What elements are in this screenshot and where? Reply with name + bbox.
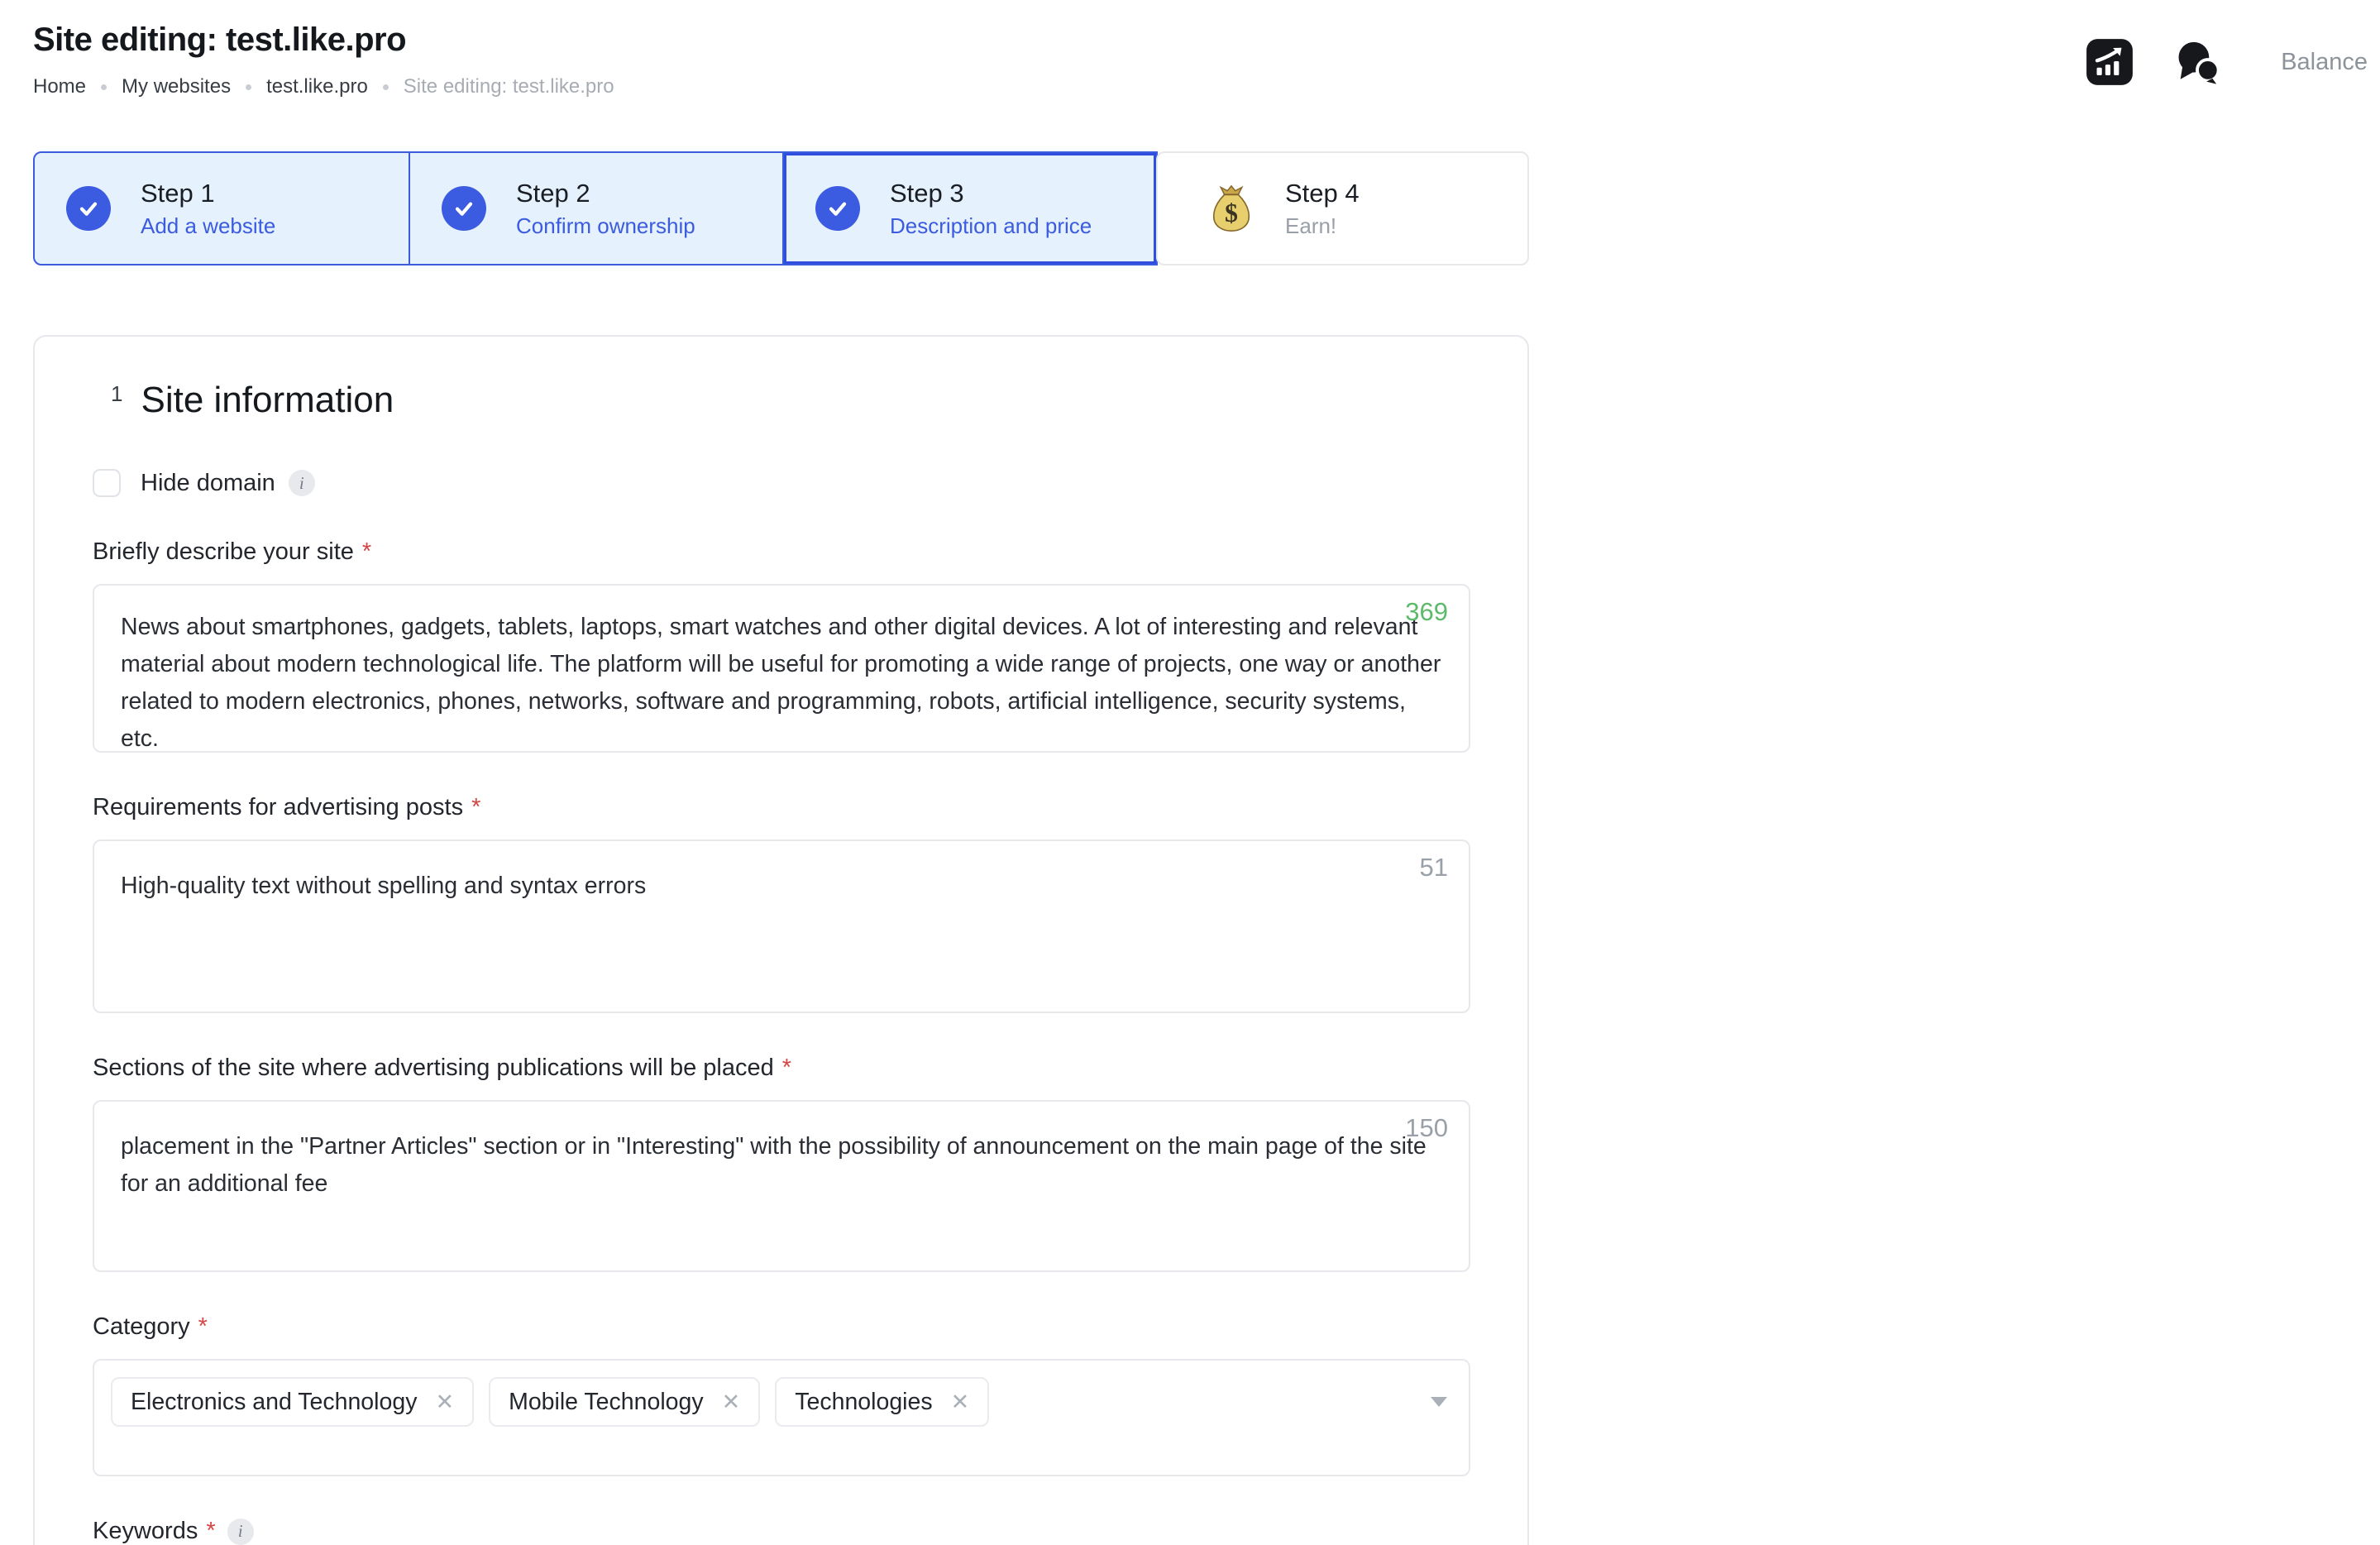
remove-tag-icon[interactable]: ✕ <box>722 1391 741 1413</box>
required-asterisk: * <box>206 1518 215 1545</box>
required-asterisk: * <box>362 538 371 566</box>
check-circle-icon <box>815 186 860 231</box>
chat-icon <box>2173 38 2221 86</box>
required-asterisk: * <box>782 1055 791 1082</box>
chevron-down-icon[interactable] <box>1431 1397 1447 1407</box>
step-title: Step 3 <box>890 179 1092 208</box>
requirements-textarea[interactable]: High-quality text without spelling and s… <box>93 839 1470 1013</box>
info-icon[interactable]: i <box>227 1519 254 1545</box>
describe-label: Briefly describe your site * <box>93 538 1470 566</box>
balance-label[interactable]: Balance <box>2281 49 2368 76</box>
describe-textarea[interactable]: News about smartphones, gadgets, tablets… <box>93 584 1470 753</box>
page-header: Site editing: test.like.pro Home My webs… <box>0 0 2380 98</box>
required-asterisk: * <box>471 794 480 821</box>
info-icon[interactable]: i <box>289 470 315 496</box>
sections-textarea[interactable]: placement in the "Partner Articles" sect… <box>93 1100 1470 1272</box>
breadcrumb-home[interactable]: Home <box>33 75 86 98</box>
required-asterisk: * <box>198 1313 208 1341</box>
step-4-earn[interactable]: $ Step 4 Earn! <box>1156 151 1529 265</box>
sections-char-count: 150 <box>1405 1113 1448 1143</box>
step-subtitle: Earn! <box>1285 213 1360 239</box>
page-title: Site editing: test.like.pro <box>33 22 2347 59</box>
category-chips: Electronics and Technology ✕ Mobile Tech… <box>111 1377 1419 1427</box>
step-title: Step 1 <box>141 179 275 208</box>
step-1-add-website[interactable]: Step 1 Add a website <box>35 153 409 264</box>
statistics-icon <box>2084 36 2135 88</box>
category-chip: Electronics and Technology ✕ <box>111 1377 474 1427</box>
check-circle-icon <box>442 186 486 231</box>
breadcrumb-current: Site editing: test.like.pro <box>404 75 614 98</box>
hide-domain-checkbox[interactable] <box>93 469 121 497</box>
category-label: Category * <box>93 1313 1470 1341</box>
remove-tag-icon[interactable]: ✕ <box>951 1391 970 1413</box>
category-chip: Mobile Technology ✕ <box>489 1377 760 1427</box>
category-chip: Technologies ✕ <box>775 1377 989 1427</box>
category-select[interactable]: Electronics and Technology ✕ Mobile Tech… <box>93 1359 1470 1476</box>
section-number: 1 <box>111 381 122 407</box>
describe-field-wrap: News about smartphones, gadgets, tablets… <box>93 584 1470 753</box>
chat-icon[interactable] <box>2172 36 2223 88</box>
statistics-icon[interactable] <box>2084 36 2135 88</box>
site-information-card: 1 Site information Hide domain i Briefly… <box>33 335 1529 1545</box>
step-subtitle: Add a website <box>141 213 275 239</box>
remove-tag-icon[interactable]: ✕ <box>435 1391 454 1413</box>
breadcrumb-separator <box>383 84 389 90</box>
sections-label: Sections of the site where advertising p… <box>93 1055 1470 1082</box>
section-title: Site information <box>141 380 394 421</box>
step-title: Step 4 <box>1285 179 1360 208</box>
section-header: 1 Site information <box>93 380 1470 421</box>
check-circle-icon <box>66 186 111 231</box>
hide-domain-label: Hide domain <box>141 470 275 497</box>
breadcrumb-separator <box>246 84 251 90</box>
topbar-actions: Balance <box>2084 36 2368 88</box>
step-subtitle: Description and price <box>890 213 1092 239</box>
breadcrumb-my-websites[interactable]: My websites <box>122 75 231 98</box>
step-title: Step 2 <box>516 179 695 208</box>
sections-field-wrap: placement in the "Partner Articles" sect… <box>93 1100 1470 1272</box>
progress-stepper: Step 1 Add a website Step 2 Confirm owne… <box>33 151 1529 265</box>
stepper-completed-group: Step 1 Add a website Step 2 Confirm owne… <box>33 151 1158 265</box>
hide-domain-row: Hide domain i <box>93 469 1470 497</box>
step-2-confirm-ownership[interactable]: Step 2 Confirm ownership <box>409 153 782 264</box>
svg-text:$: $ <box>1225 199 1238 227</box>
step-3-description-price[interactable]: Step 3 Description and price <box>782 153 1156 264</box>
keywords-label: Keywords * i <box>93 1518 1470 1545</box>
breadcrumb: Home My websites test.like.pro Site edit… <box>33 75 2347 98</box>
requirements-char-count: 51 <box>1420 853 1448 883</box>
breadcrumb-site[interactable]: test.like.pro <box>266 75 368 98</box>
describe-char-count: 369 <box>1405 597 1448 627</box>
breadcrumb-separator <box>101 84 107 90</box>
requirements-field-wrap: High-quality text without spelling and s… <box>93 839 1470 1013</box>
money-bag-icon: $ <box>1206 181 1257 236</box>
requirements-label: Requirements for advertising posts * <box>93 794 1470 821</box>
step-subtitle: Confirm ownership <box>516 213 695 239</box>
